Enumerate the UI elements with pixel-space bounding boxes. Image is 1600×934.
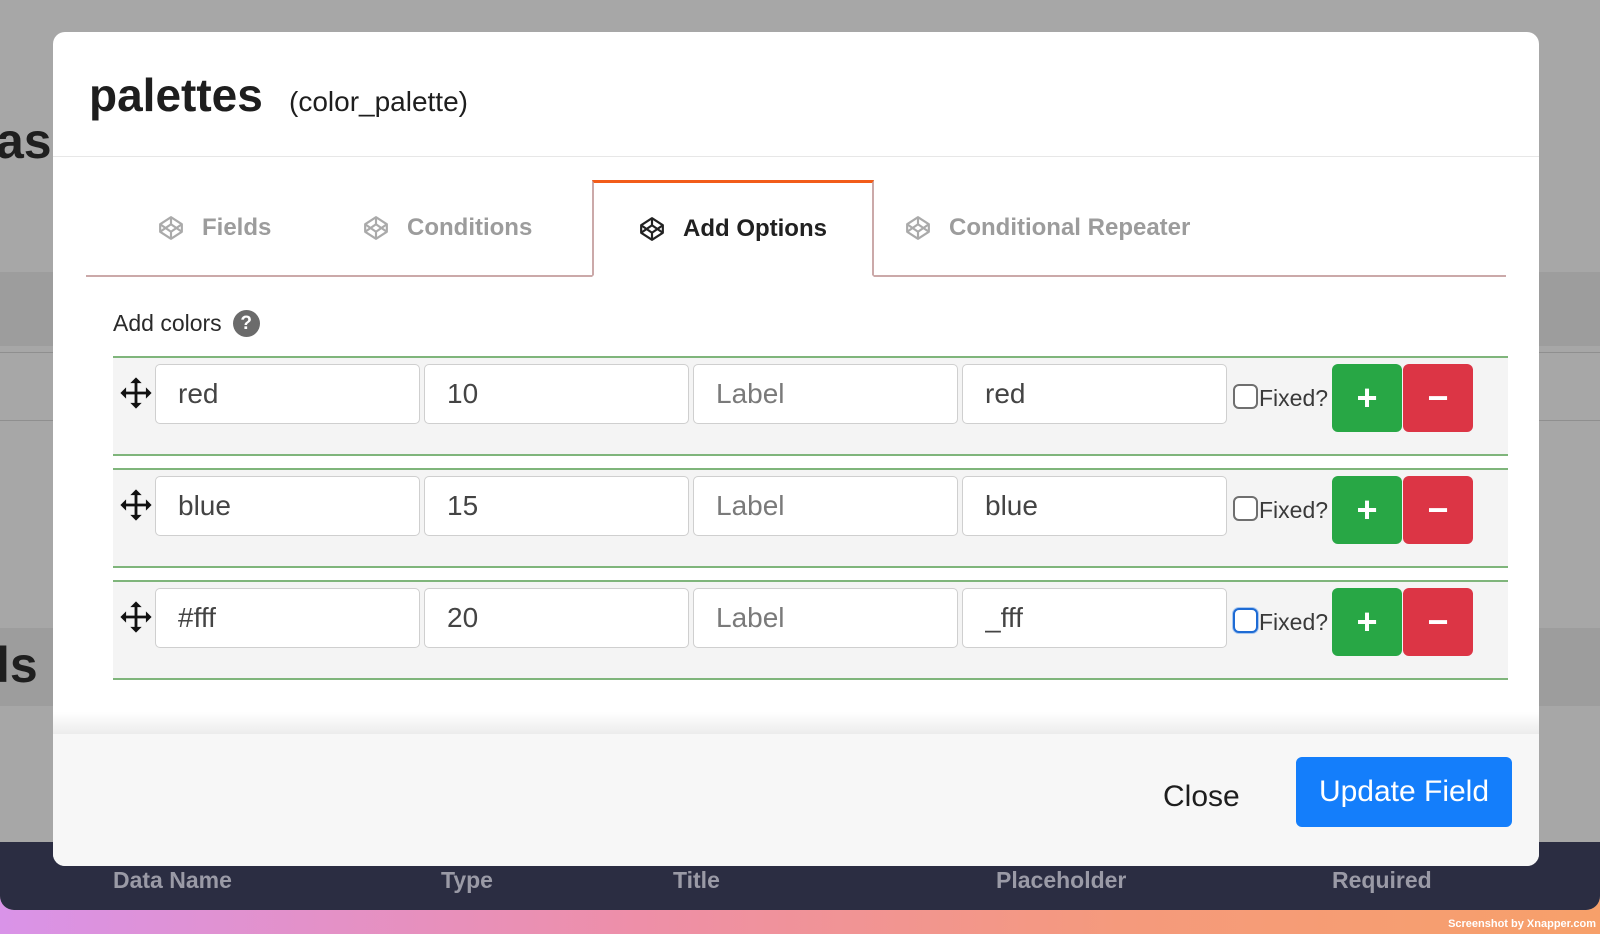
close-button[interactable]: Close — [1163, 780, 1240, 814]
color-value-input[interactable] — [424, 588, 689, 648]
modal-title: palettes — [89, 69, 263, 121]
screenshot-credit: Screenshot by Xnapper.com — [1448, 918, 1596, 930]
color-label-input[interactable] — [693, 476, 958, 536]
modal-body-fade — [53, 712, 1539, 734]
codepen-icon — [364, 216, 388, 240]
color-label-input[interactable] — [693, 588, 958, 648]
color-option-row: Fixed? + − — [113, 356, 1508, 456]
tab-label: Add Options — [683, 215, 827, 242]
help-icon[interactable]: ? — [232, 310, 260, 337]
column-header: Required — [1332, 867, 1432, 893]
fixed-label: Fixed? — [1259, 385, 1329, 411]
tab-label: Fields — [202, 214, 272, 241]
fixed-label: Fixed? — [1259, 609, 1329, 635]
color-name-input[interactable] — [155, 476, 420, 536]
column-header: Placeholder — [996, 867, 1127, 893]
column-header: Data Name — [113, 867, 232, 893]
fixed-checkbox[interactable] — [1233, 496, 1258, 521]
remove-row-button[interactable]: − — [1403, 476, 1473, 544]
add-row-button[interactable]: + — [1332, 364, 1402, 432]
color-option-row: Fixed? + − — [113, 468, 1508, 568]
remove-row-button[interactable]: − — [1403, 364, 1473, 432]
tab-conditions[interactable]: Conditions — [363, 182, 532, 274]
codepen-icon — [159, 216, 183, 240]
add-row-button[interactable]: + — [1332, 588, 1402, 656]
color-option-row: Fixed? + − — [113, 580, 1508, 680]
update-field-button[interactable]: Update Field — [1296, 757, 1512, 827]
add-row-button[interactable]: + — [1332, 476, 1402, 544]
color-value-input[interactable] — [424, 476, 689, 536]
tab-add-options[interactable]: Add Options — [592, 180, 874, 277]
fixed-checkbox[interactable] — [1233, 608, 1258, 633]
edit-field-modal: palettes (color_palette) Fields Conditio… — [53, 32, 1539, 866]
codepen-icon — [906, 216, 930, 240]
drag-handle-icon[interactable] — [119, 600, 153, 634]
tab-label: Conditions — [407, 214, 533, 241]
tab-fields[interactable]: Fields — [158, 182, 271, 274]
color-name-input[interactable] — [155, 364, 420, 424]
color-value-input[interactable] — [424, 364, 689, 424]
color-slug-input[interactable] — [962, 588, 1227, 648]
fixed-checkbox[interactable] — [1233, 384, 1258, 409]
color-label-input[interactable] — [693, 364, 958, 424]
add-colors-heading: Add colors ? — [113, 310, 260, 337]
background-heading: ls — [0, 637, 38, 693]
column-header: Type — [441, 867, 493, 893]
modal-subtitle: (color_palette) — [289, 86, 468, 117]
color-slug-input[interactable] — [962, 476, 1227, 536]
drag-handle-icon[interactable] — [119, 376, 153, 410]
modal-header: palettes (color_palette) — [53, 32, 1539, 157]
codepen-icon — [640, 217, 664, 241]
remove-row-button[interactable]: − — [1403, 588, 1473, 656]
tab-conditional-repeater[interactable]: Conditional Repeater — [905, 182, 1190, 274]
drag-handle-icon[interactable] — [119, 488, 153, 522]
color-name-input[interactable] — [155, 588, 420, 648]
fixed-label: Fixed? — [1259, 497, 1329, 523]
tab-label: Conditional Repeater — [949, 214, 1191, 241]
column-header: Title — [673, 867, 720, 893]
add-colors-label: Add colors — [113, 310, 222, 336]
color-slug-input[interactable] — [962, 364, 1227, 424]
